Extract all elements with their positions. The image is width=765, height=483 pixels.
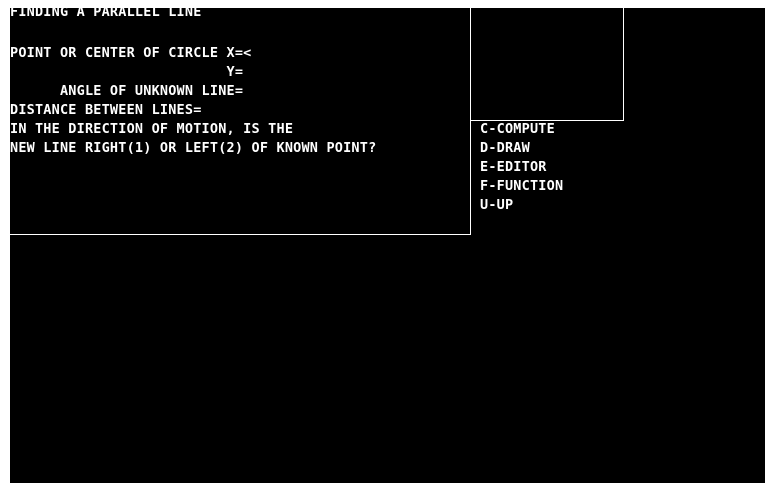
prompt-point-x[interactable]: POINT OR CENTER OF CIRCLE X=< bbox=[10, 44, 252, 63]
menu-item-up[interactable]: U-UP bbox=[480, 196, 563, 215]
menu-item-editor[interactable]: E-EDITOR bbox=[480, 158, 563, 177]
prompt-direction-options[interactable]: NEW LINE RIGHT(1) OR LEFT(2) OF KNOWN PO… bbox=[10, 139, 376, 158]
preview-window bbox=[471, 8, 624, 121]
menu-item-compute[interactable]: C-COMPUTE bbox=[480, 120, 563, 139]
prompt-direction-question: IN THE DIRECTION OF MOTION, IS THE bbox=[10, 121, 294, 137]
prompt-point-y[interactable]: Y= bbox=[10, 63, 243, 82]
prompt-angle[interactable]: ANGLE OF UNKNOWN LINE= bbox=[10, 82, 243, 101]
prompt-window: FINDING A PARALLEL LINE POINT OR CENTER … bbox=[10, 8, 471, 235]
screen: FINDING A PARALLEL LINE POINT OR CENTER … bbox=[0, 0, 765, 483]
command-menu: C-COMPUTE D-DRAW E-EDITOR F-FUNCTION U-U… bbox=[480, 120, 563, 215]
prompt-distance[interactable]: DISTANCE BETWEEN LINES= bbox=[10, 101, 202, 120]
menu-item-draw[interactable]: D-DRAW bbox=[480, 139, 563, 158]
prompt-title: FINDING A PARALLEL LINE bbox=[10, 8, 202, 20]
terminal-display: FINDING A PARALLEL LINE POINT OR CENTER … bbox=[10, 8, 765, 483]
menu-item-function[interactable]: F-FUNCTION bbox=[480, 177, 563, 196]
